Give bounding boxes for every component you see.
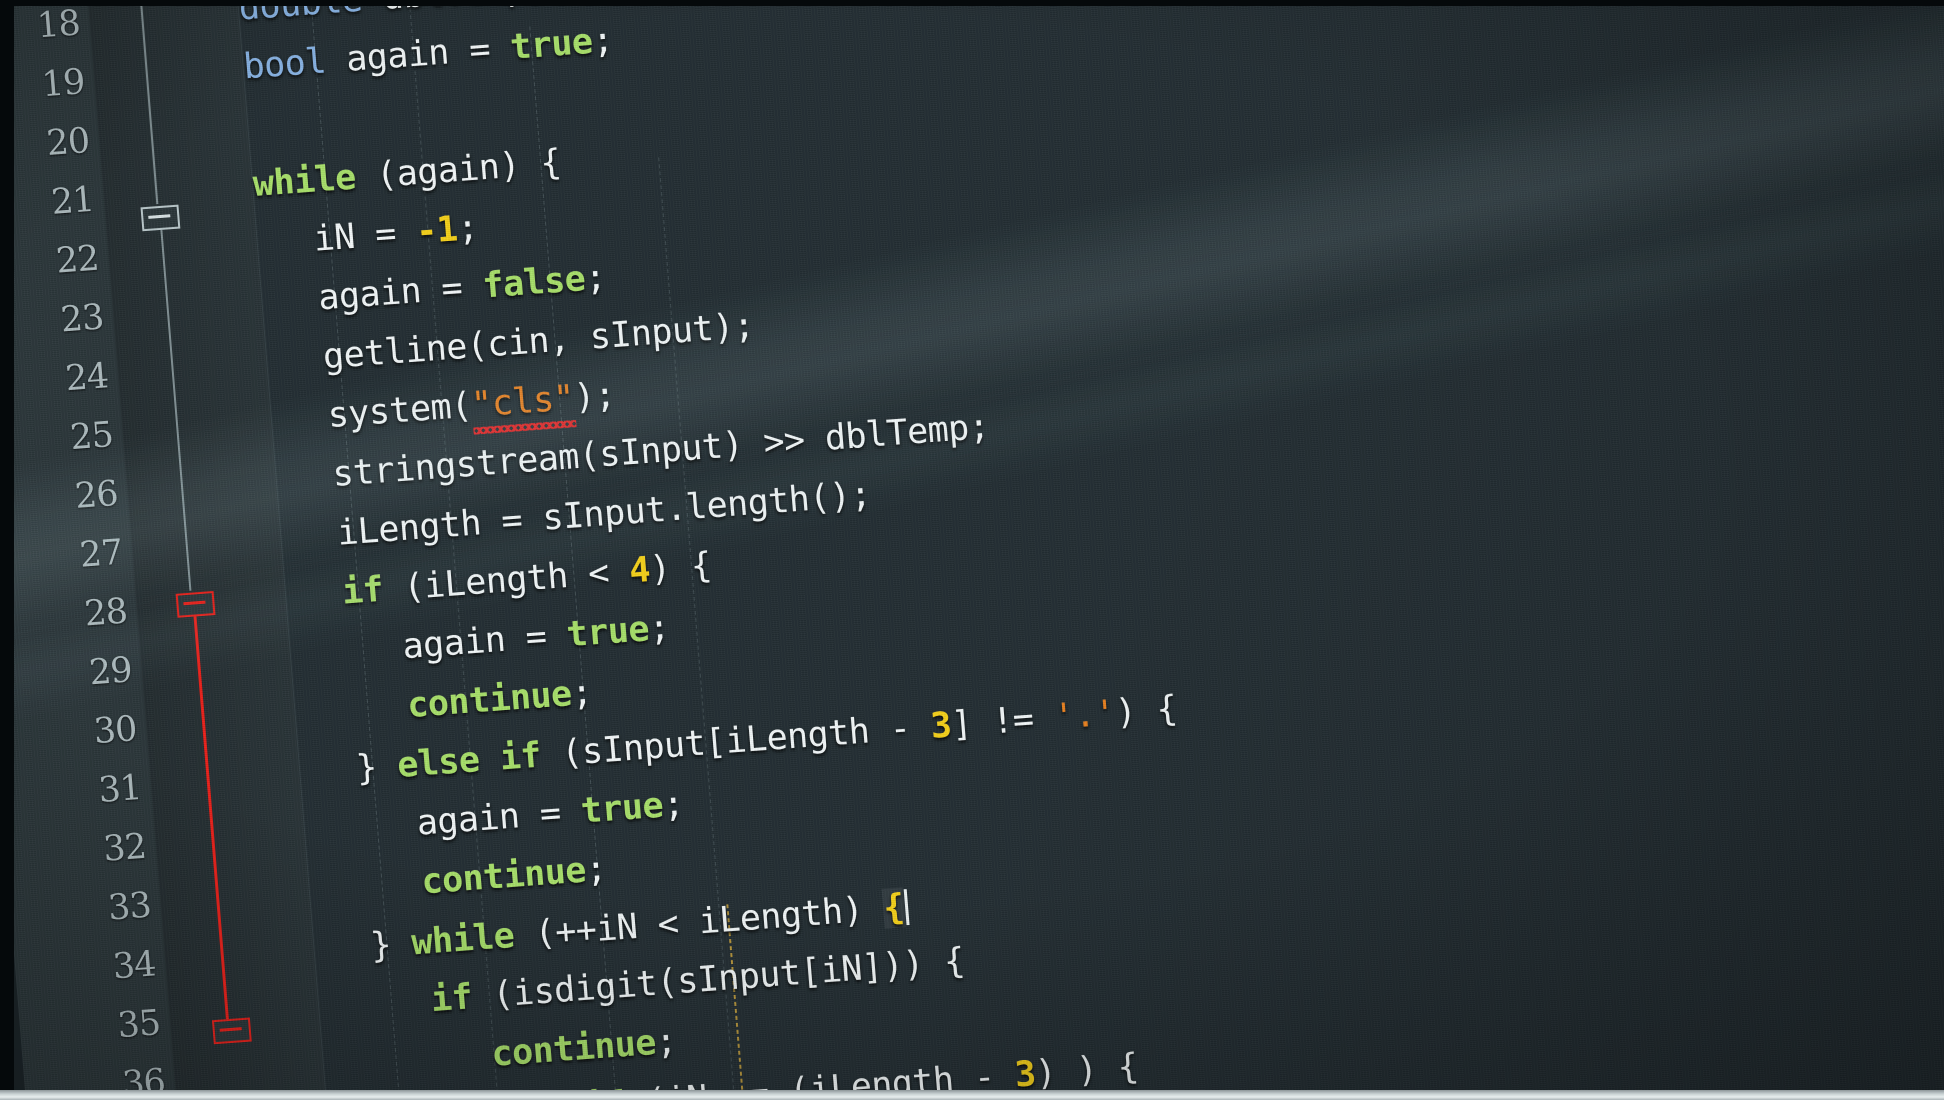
code-token: if [429,977,474,1021]
code-token: false [480,259,587,307]
minus-glyph [219,1027,242,1032]
code-token: again = [324,27,512,82]
code-token: while [251,157,358,206]
monitor-bezel-left [0,0,14,1100]
code-token: continue [419,850,588,903]
screen-glare-band-secondary [0,19,1944,770]
code-token: } [354,746,399,790]
code-token: ) ) { [1033,1046,1140,1095]
code-token: if [340,569,385,613]
code-line[interactable]: bool again = true; [242,20,615,88]
minus-glyph [148,214,171,219]
code-token: "cls" [469,378,576,426]
code-token: ); [572,375,617,419]
code-token: -1 [414,209,459,253]
code-line[interactable]: getline(cin, sInput); [321,305,756,378]
code-token: ) { [648,545,714,590]
code-token: ; [584,849,608,891]
monitor-bezel-top [0,0,1944,6]
code-token: else if [395,735,543,786]
code-line[interactable]: again = true; [415,784,686,844]
code-token: iN = [312,212,418,260]
code-line[interactable]: iN = -1; [312,207,480,260]
code-token: ; [654,1021,678,1063]
code-token: ; [647,607,672,650]
code-line[interactable]: system("cls"); [326,375,617,437]
monitor-bezel-bottom [0,1090,1944,1100]
code-line[interactable]: while (again) { [251,142,563,206]
code-token: ) { [1113,688,1179,734]
code-token: (++iN < iLength) [512,888,886,956]
code-token: (again) { [354,142,563,198]
minus-glyph [183,600,206,606]
code-token: } [368,923,414,967]
code-token: '.' [1052,693,1118,738]
code-token: again = [316,266,485,319]
code-token: ; [590,20,615,62]
code-token: bool [242,41,328,88]
code-line[interactable]: continue; [490,1021,678,1075]
code-token: continue [405,674,574,727]
code-token: ; [661,784,686,826]
code-token: true [565,609,651,656]
code-token: ; [583,257,608,299]
code-token: ] != [949,697,1056,746]
code-line[interactable]: continue; [405,672,594,727]
monitor-screen: 1617181920212223242526272829303132333435… [0,0,1944,1100]
fold-marker-expanded-red[interactable] [175,591,216,618]
code-token: ; [569,672,594,715]
fold-marker-expanded-bottom[interactable] [211,1017,252,1045]
code-token: (sInput[iLength - [539,706,933,776]
code-token: getline(cin, sInput); [321,305,756,378]
code-token: system( [326,385,474,437]
code-token: true [579,785,665,832]
code-token: ; [455,207,480,250]
code-editor-photograph: 1617181920212223242526272829303132333435… [0,0,1944,1100]
code-token: true [508,21,595,68]
code-token: again = [415,791,583,844]
code-token: continue [490,1022,658,1075]
screen-glare-band [0,0,1944,688]
code-line[interactable]: again = false; [316,257,608,319]
code-line[interactable]: again = true; [401,607,672,668]
code-token: { [881,887,906,929]
code-token: again = [401,615,569,668]
code-token: while [409,916,516,964]
code-line[interactable]: continue; [419,849,608,903]
fold-marker-expanded-top[interactable] [140,204,181,232]
code-token: (iLength < [381,551,631,610]
code-line[interactable]: if (iLength < 4) { [340,545,714,613]
